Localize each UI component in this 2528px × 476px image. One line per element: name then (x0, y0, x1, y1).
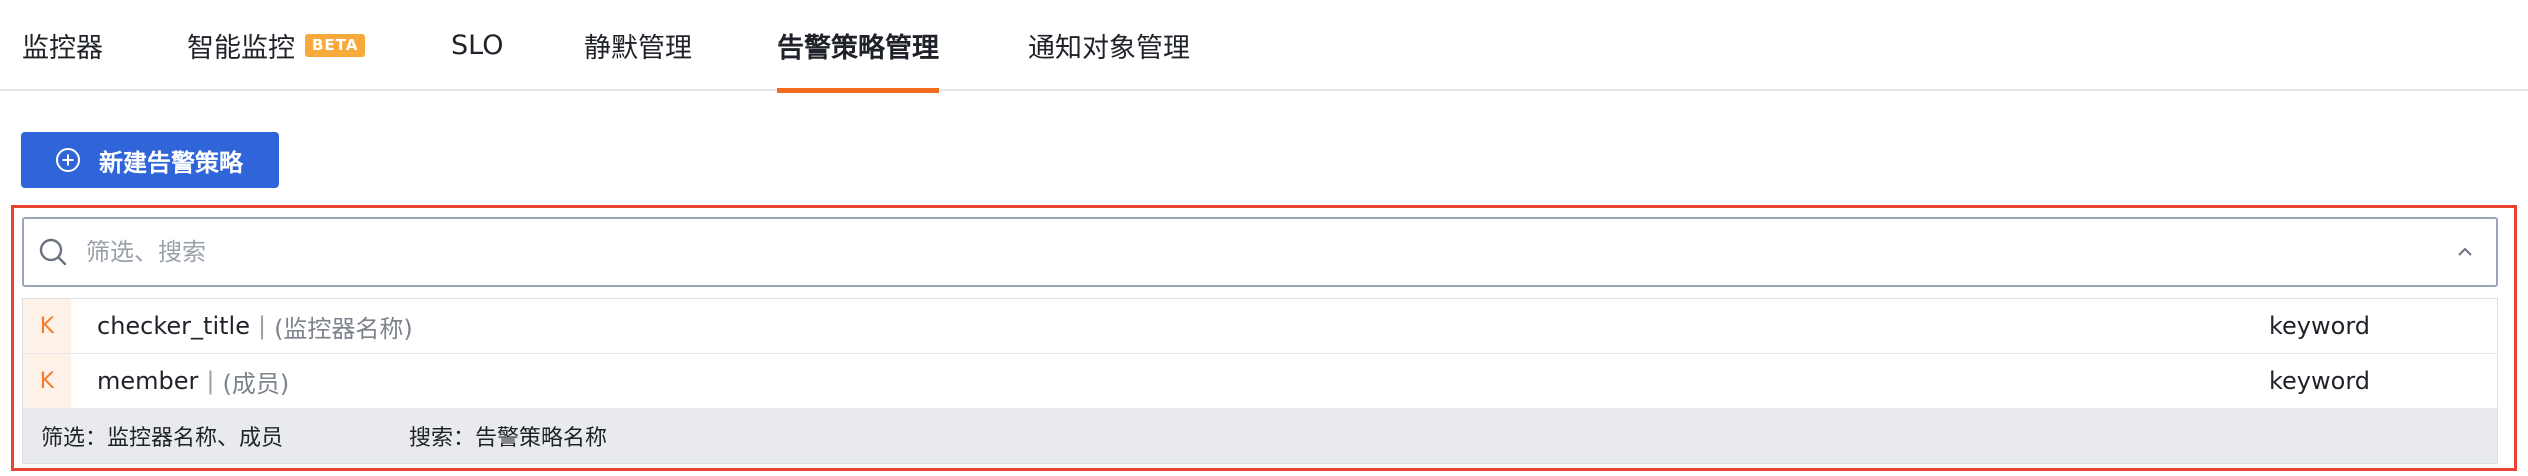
tab-slo[interactable]: SLO (451, 0, 503, 91)
field-type: keyword (2269, 312, 2371, 340)
field-description: (成员) (222, 369, 290, 398)
keyword-type-marker: K (23, 354, 71, 408)
search-hint-bar: 筛选：监控器名称、成员 搜索：告警策略名称 (23, 409, 2497, 463)
tab-notification-targets[interactable]: 通知对象管理 (1028, 0, 1190, 91)
tab-smart-monitoring[interactable]: 智能监控 BETA (187, 0, 366, 91)
tab-monitors[interactable]: 监控器 (22, 0, 103, 91)
tab-label: 智能监控 (187, 33, 295, 64)
tab-bar: 监控器 智能监控 BETA SLO 静默管理 告警策略管理 通知对象管理 (0, 0, 2528, 93)
suggestion-option-checker-title[interactable]: K checker_title | (监控器名称) keyword (23, 299, 2497, 354)
tab-label: 监控器 (22, 33, 103, 64)
search-icon (39, 238, 67, 266)
tab-alert-policy-management[interactable]: 告警策略管理 (777, 0, 939, 93)
suggestion-dropdown: K checker_title | (监控器名称) keyword K memb… (22, 298, 2498, 464)
search-hint: 搜索：告警策略名称 (409, 426, 608, 451)
field-name: member (97, 367, 199, 395)
search-input[interactable] (84, 237, 2454, 267)
field-description: (监控器名称) (274, 314, 413, 343)
separator: | (257, 312, 267, 340)
active-tab-indicator (777, 88, 939, 93)
alert-policy-page: 监控器 智能监控 BETA SLO 静默管理 告警策略管理 通知对象管理 新建告… (0, 0, 2528, 476)
tab-label: 告警策略管理 (777, 33, 939, 64)
search-filter-box[interactable] (22, 217, 2498, 287)
field-type: keyword (2269, 367, 2371, 395)
chevron-up-icon[interactable] (2454, 241, 2476, 263)
suggestion-option-member[interactable]: K member | (成员) keyword (23, 354, 2497, 409)
filter-hint: 筛选：监控器名称、成员 (41, 426, 284, 451)
separator: | (206, 367, 215, 395)
keyword-type-marker: K (23, 299, 71, 353)
tab-label: SLO (451, 30, 504, 61)
create-button-label: 新建告警策略 (99, 148, 243, 177)
tab-mute-management[interactable]: 静默管理 (584, 0, 692, 91)
field-name: checker_title (97, 312, 250, 340)
tab-label: 静默管理 (584, 33, 692, 64)
beta-badge: BETA (305, 34, 366, 57)
plus-circle-icon (56, 148, 80, 172)
tab-label: 通知对象管理 (1028, 33, 1190, 64)
create-alert-policy-button[interactable]: 新建告警策略 (21, 132, 279, 188)
